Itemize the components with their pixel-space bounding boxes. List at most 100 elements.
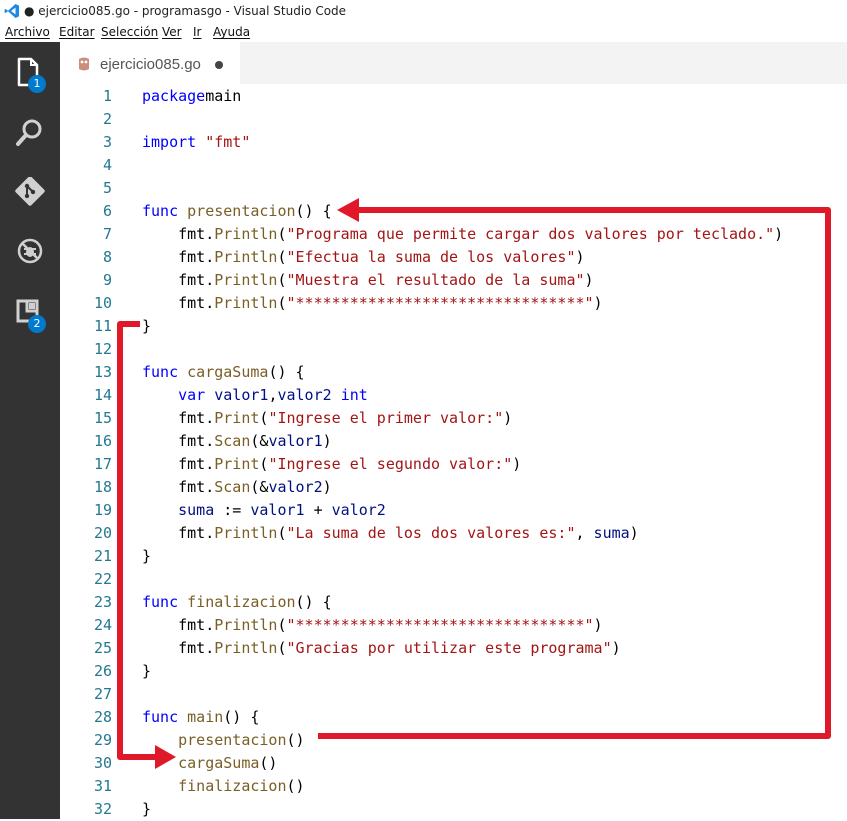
line-code: }	[142, 798, 151, 821]
code-token: }	[142, 317, 152, 335]
line-code: func finalizacion() {	[142, 591, 332, 614]
code-line[interactable]: 10 fmt.Println("************************…	[60, 292, 847, 315]
code-line[interactable]: 15 fmt.Print("Ingrese el primer valor:")	[60, 407, 847, 430]
line-code: fmt.Print("Ingrese el primer valor:")	[142, 407, 512, 430]
activity-git[interactable]	[0, 165, 60, 225]
line-code: fmt.Scan(&valor1)	[142, 430, 332, 453]
code-line[interactable]: 20 fmt.Println("La suma de los dos valor…	[60, 522, 847, 545]
code-line[interactable]: 19 suma := valor1 + valor2	[60, 499, 847, 522]
line-number: 14	[93, 386, 112, 404]
code-line[interactable]: 13 func cargaSuma() {	[60, 361, 847, 384]
code-line[interactable]: 23 func finalizacion() {	[60, 591, 847, 614]
line-number: 11	[93, 317, 112, 335]
code-line[interactable]: 1 packagemain	[60, 85, 847, 108]
code-token: suma	[593, 524, 630, 542]
unsaved-dot-icon[interactable]	[215, 61, 223, 69]
code-line[interactable]: 12	[60, 338, 847, 361]
menu-ir[interactable]: Ir	[193, 25, 201, 39]
code-line[interactable]: 26}	[60, 660, 847, 683]
code-token: ()	[286, 731, 305, 749]
line-code: var valor1,valor2 int	[142, 384, 368, 407]
menu-ver[interactable]: Ver	[162, 25, 182, 39]
code-line[interactable]: 32}	[60, 798, 847, 821]
code-line[interactable]: 5	[60, 177, 847, 200]
code-token: var	[178, 386, 206, 404]
line-code: func cargaSuma() {	[142, 361, 305, 384]
code-token: "Ingrese el segundo valor:"	[268, 455, 513, 473]
code-line[interactable]: 7 fmt.Println("Programa que permite carg…	[60, 223, 847, 246]
code-line[interactable]: 11}	[60, 315, 847, 338]
code-token: fmt.	[142, 225, 215, 243]
code-line[interactable]: 8 fmt.Println("Efectua la suma de los va…	[60, 246, 847, 269]
activity-debug[interactable]	[0, 225, 60, 285]
code-line[interactable]: 4	[60, 154, 847, 177]
tab-label: ejercicio085.go	[100, 56, 201, 73]
line-number: 6	[102, 202, 112, 220]
code-line[interactable]: 30 cargaSuma()	[60, 752, 847, 775]
activity-extensions[interactable]: 2	[0, 285, 60, 345]
code-line[interactable]: 14 var valor1,valor2 int	[60, 384, 847, 407]
code-line[interactable]: 9 fmt.Println("Muestra el resultado de l…	[60, 269, 847, 292]
code-token: (	[277, 616, 287, 634]
code-line[interactable]: 3 import "fmt"	[60, 131, 847, 154]
tab-strip: ejercicio085.go	[60, 42, 847, 84]
code-line[interactable]: 31 finalizacion()	[60, 775, 847, 798]
code-token: Scan	[214, 478, 251, 496]
code-token: () {	[223, 708, 260, 726]
line-code: fmt.Println("Programa que permite cargar…	[142, 223, 783, 246]
line-number: 1	[102, 87, 112, 105]
code-line[interactable]: 2	[60, 108, 847, 131]
debug-icon	[17, 238, 43, 264]
line-code: fmt.Println("Muestra el resultado de la …	[142, 269, 593, 292]
code-line[interactable]: 25 fmt.Println("Gracias por utilizar est…	[60, 637, 847, 660]
code-line[interactable]: 29 presentacion()	[60, 729, 847, 752]
code-line[interactable]: 21}	[60, 545, 847, 568]
code-token: fmt.	[142, 409, 215, 427]
code-token: import	[142, 133, 197, 151]
code-token: valor1	[250, 501, 305, 519]
menu-ayuda[interactable]: Ayuda	[213, 25, 250, 39]
code-line[interactable]: 16 fmt.Scan(&valor1)	[60, 430, 847, 453]
code-editor[interactable]: 1 packagemain 2 3 import "fmt" 4 5 6 func presen…	[60, 84, 847, 819]
line-number: 18	[93, 478, 112, 496]
menu-archivo[interactable]: Archivo	[5, 25, 50, 39]
code-token: )	[774, 225, 784, 243]
code-token: ()	[259, 754, 278, 772]
code-token: () {	[295, 202, 332, 220]
line-number: 23	[93, 593, 112, 611]
code-token: fmt.	[142, 248, 215, 266]
line-number: 2	[102, 110, 112, 128]
code-line[interactable]: 17 fmt.Print("Ingrese el segundo valor:"…	[60, 453, 847, 476]
activity-explorer[interactable]: 1	[0, 45, 60, 105]
menu-seleccion[interactable]: Selección	[101, 25, 158, 39]
code-token: "Efectua la suma de los valores"	[286, 248, 576, 266]
code-line[interactable]: 18 fmt.Scan(&valor2)	[60, 476, 847, 499]
code-token: valor1	[214, 386, 269, 404]
line-code: presentacion()	[142, 729, 305, 752]
git-icon	[15, 177, 45, 206]
title-bar: ● ejercicio085.go - programasgo - Visual…	[0, 0, 847, 22]
line-number: 4	[102, 156, 112, 174]
code-line[interactable]: 27	[60, 683, 847, 706]
line-code: import "fmt"	[142, 131, 250, 154]
extensions-badge: 2	[28, 315, 46, 333]
tab-ejercicio085[interactable]: ejercicio085.go	[60, 42, 240, 84]
line-code: }	[142, 660, 151, 683]
code-token: }	[142, 662, 152, 680]
code-token: "Muestra el resultado de la suma"	[286, 271, 585, 289]
code-token: :=	[214, 501, 251, 519]
code-line[interactable]: 24 fmt.Println("************************…	[60, 614, 847, 637]
code-token: )	[503, 409, 513, 427]
code-token: fmt.	[142, 271, 215, 289]
menu-editar[interactable]: Editar	[59, 25, 95, 39]
activity-search[interactable]	[0, 105, 60, 165]
code-token: func	[142, 708, 179, 726]
code-line[interactable]: 22	[60, 568, 847, 591]
line-number: 27	[93, 685, 112, 703]
code-token: Println	[214, 294, 278, 312]
code-token: "********************************"	[286, 294, 594, 312]
code-line[interactable]: 28 func main() {	[60, 706, 847, 729]
code-line[interactable]: 6 func presentacion() {	[60, 200, 847, 223]
